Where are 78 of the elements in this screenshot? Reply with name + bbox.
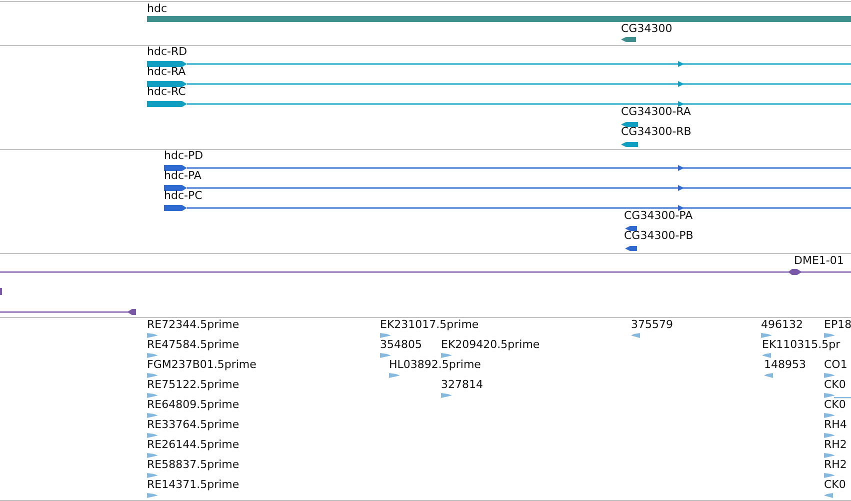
read-arrow[interactable] xyxy=(824,433,835,438)
transcript-glyph[interactable] xyxy=(147,101,851,107)
feature-label: hdc-RD xyxy=(147,45,188,58)
feature-label: hdc-PC xyxy=(164,189,202,202)
read-arrow[interactable] xyxy=(147,493,158,498)
feature-label: RE26144.5prime xyxy=(147,438,240,451)
read-arrow[interactable] xyxy=(824,473,835,478)
feature-label: EK231017.5prime xyxy=(380,318,479,331)
feature-label: CO1 xyxy=(824,358,848,371)
feature-label: RE58837.5prime xyxy=(147,458,240,471)
match-glyph[interactable] xyxy=(0,288,136,315)
read-arrow[interactable] xyxy=(762,353,771,358)
feature-label: RE72344.5prime xyxy=(147,318,240,331)
feature-label: 148953 xyxy=(764,358,806,371)
transcript-glyph[interactable] xyxy=(625,246,637,251)
feature-label: RE64809.5prime xyxy=(147,398,240,411)
read-arrow[interactable] xyxy=(389,373,400,378)
feature-label: RH2 xyxy=(824,438,847,451)
read-arrow[interactable] xyxy=(147,433,158,438)
feature-label: RE75122.5prime xyxy=(147,378,240,391)
feature-label: FGM237B01.5prime xyxy=(147,358,256,371)
feature-label: RE47584.5prime xyxy=(147,338,240,351)
read-arrow[interactable] xyxy=(824,453,835,458)
read-arrow[interactable] xyxy=(380,333,391,338)
feature-label: DME1-01 xyxy=(794,254,844,267)
feature-label: RE14371.5prime xyxy=(147,478,240,491)
read-arrow[interactable] xyxy=(824,393,851,398)
feature-label: hdc-PA xyxy=(164,169,202,182)
feature-label: RH2 xyxy=(824,458,847,471)
read-arrow[interactable] xyxy=(824,373,835,378)
feature-label: CG34300-RA xyxy=(621,105,691,118)
read-arrow[interactable] xyxy=(761,333,772,338)
read-arrow[interactable] xyxy=(824,493,833,498)
read-arrow[interactable] xyxy=(441,353,452,358)
read-arrow[interactable] xyxy=(380,353,391,358)
transcript-glyph[interactable] xyxy=(621,122,638,127)
transcript-glyph[interactable] xyxy=(147,81,851,87)
read-arrow[interactable] xyxy=(147,413,158,418)
feature-label: CK0 xyxy=(824,478,846,491)
feature-label: hdc-PD xyxy=(164,149,204,162)
feature-label: hdc-RA xyxy=(147,65,186,78)
read-arrow[interactable] xyxy=(631,333,640,338)
gene-arrow[interactable] xyxy=(621,37,636,42)
read-arrow[interactable] xyxy=(147,393,158,398)
feature-label: CK0 xyxy=(824,398,846,411)
transcript-glyph[interactable] xyxy=(164,205,851,211)
feature-label: CG34300 xyxy=(621,22,672,35)
feature-label: HL03892.5prime xyxy=(389,358,481,371)
feature-label: CG34300-RB xyxy=(621,125,692,138)
feature-label: 354805 xyxy=(380,338,422,351)
transcript-glyph[interactable] xyxy=(147,61,851,67)
read-arrow[interactable] xyxy=(824,333,835,338)
read-arrow[interactable] xyxy=(764,373,773,378)
feature-label: hdc xyxy=(147,2,168,15)
transcript-glyph[interactable] xyxy=(164,185,851,191)
transcript-glyph[interactable] xyxy=(621,142,638,147)
read-arrow[interactable] xyxy=(147,353,158,358)
read-arrow[interactable] xyxy=(147,453,158,458)
transcript-glyph[interactable] xyxy=(164,165,851,171)
transcript-glyph[interactable] xyxy=(625,226,637,231)
feature-label: EK110315.5pr xyxy=(762,338,840,351)
match-glyph[interactable] xyxy=(0,269,851,275)
read-arrow[interactable] xyxy=(147,473,158,478)
read-arrow[interactable] xyxy=(824,413,835,418)
feature-label: 375579 xyxy=(631,318,673,331)
feature-label: EK209420.5prime xyxy=(441,338,540,351)
feature-label: 327814 xyxy=(441,378,483,391)
read-arrow[interactable] xyxy=(441,393,452,398)
feature-label: RE33764.5prime xyxy=(147,418,240,431)
feature-label: CG34300-PA xyxy=(624,209,693,222)
feature-label: 496132 xyxy=(761,318,803,331)
feature-label: CG34300-PB xyxy=(624,229,694,242)
feature-label: CK0 xyxy=(824,378,846,391)
feature-label: RH4 xyxy=(824,418,847,431)
feature-label: hdc-RC xyxy=(147,85,186,98)
read-arrow[interactable] xyxy=(147,333,158,338)
feature-label: EP18 xyxy=(824,318,851,331)
read-arrow[interactable] xyxy=(147,373,158,378)
